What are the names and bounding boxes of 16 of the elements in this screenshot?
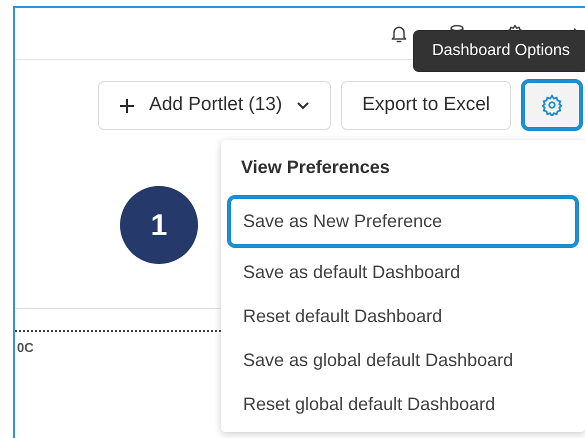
menu-item[interactable]: Reset global default Dashboard xyxy=(227,382,579,426)
settings-icon xyxy=(541,94,563,116)
menu-item[interactable]: Reset default Dashboard xyxy=(227,294,579,338)
add-portlet-button[interactable]: Add Portlet (13) xyxy=(98,81,332,130)
portlet-text: 0C xyxy=(17,339,34,357)
tooltip: Dashboard Options xyxy=(413,30,585,72)
export-button[interactable]: Export to Excel xyxy=(341,81,511,130)
bell-icon[interactable] xyxy=(389,24,409,44)
dashboard-options-button[interactable] xyxy=(521,79,583,131)
menu-item[interactable]: Save as global default Dashboard xyxy=(227,338,579,382)
menu-header: View Preferences xyxy=(240,156,391,179)
menu-item[interactable]: Save as New Preference xyxy=(227,195,579,248)
caret-icon xyxy=(296,100,310,110)
step-badge: 1 xyxy=(120,186,198,264)
plus-icon xyxy=(119,98,136,114)
menu-item[interactable]: Save as default Dashboard xyxy=(227,250,579,294)
